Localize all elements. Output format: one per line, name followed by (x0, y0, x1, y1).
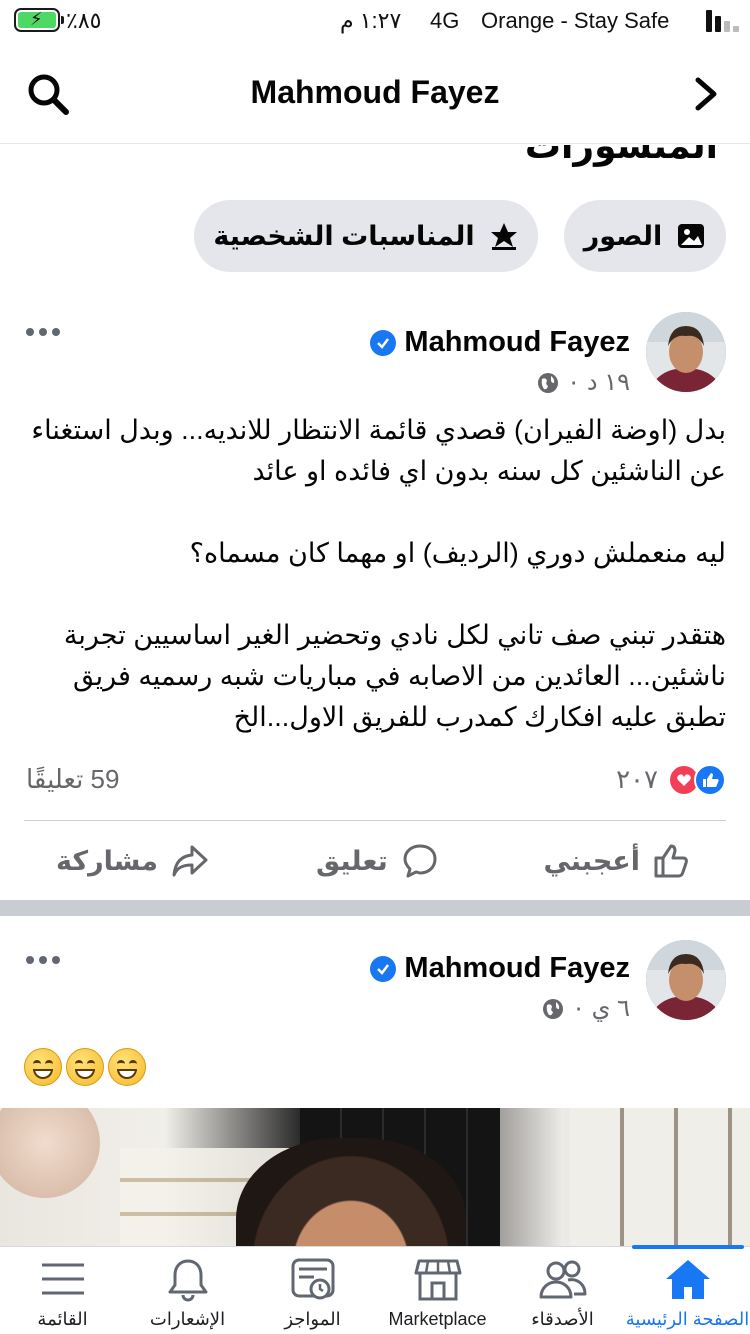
status-bar: ⚡ ٪٨٥ ١:٢٧ م 4G Orange - Stay Safe (0, 0, 750, 44)
post-meta: ١٩ د ٠ (537, 368, 630, 397)
post-photo[interactable] (0, 1108, 750, 1258)
grinning-emoji-icon (24, 1048, 62, 1086)
feeds-icon (291, 1258, 334, 1300)
post-time[interactable]: ١٩ د ٠ (567, 368, 630, 397)
tab-friends[interactable]: الأصدقاء (500, 1247, 625, 1334)
verified-badge-icon (370, 329, 397, 356)
thumbs-up-icon (654, 844, 688, 878)
section-title: المنشورات (524, 145, 718, 166)
comment-count[interactable]: 59 تعليقًا (26, 764, 119, 795)
life-events-label: المناسبات الشخصية (213, 220, 475, 251)
globe-icon (543, 998, 564, 1019)
comment-icon (403, 844, 437, 878)
tab-marketplace[interactable]: Marketplace (375, 1247, 500, 1334)
verified-badge-icon (370, 955, 397, 982)
tab-label: القائمة (37, 1309, 88, 1329)
author-name: Mahmoud Fayez (404, 326, 630, 358)
tab-menu[interactable]: القائمة (0, 1247, 125, 1334)
share-button[interactable]: مشاركة (56, 836, 210, 886)
tab-feeds[interactable]: المواجز (250, 1247, 375, 1334)
tab-label: Marketplace (388, 1309, 487, 1329)
life-events-button[interactable]: المناسبات الشخصية (194, 200, 538, 272)
reactions-summary[interactable]: ٢٠٧ 59 تعليقًا (0, 762, 750, 802)
post-card: Mahmoud Fayez ١٩ د ٠ بدل (اوضة الفيران) … (0, 296, 750, 900)
post-time[interactable]: ٦ ي ٠ (572, 994, 630, 1023)
tab-home[interactable]: الصفحة الرئيسية (625, 1247, 750, 1334)
photos-button[interactable]: الصور (564, 200, 726, 272)
battery-percent: ٪٨٥ (66, 8, 102, 33)
tab-label: الأصدقاء (531, 1309, 594, 1329)
share-icon (172, 845, 208, 877)
share-label: مشاركة (56, 845, 158, 876)
avatar[interactable] (646, 940, 726, 1020)
profile-filter-pills: الصور المناسبات الشخصية (0, 200, 750, 274)
like-reaction-icon (694, 764, 726, 796)
reaction-icons (668, 764, 726, 796)
network-type: 4G (430, 8, 460, 33)
home-icon (665, 1260, 710, 1299)
tab-label: المواجز (284, 1309, 341, 1329)
more-options-icon[interactable] (26, 328, 62, 340)
chevron-right-icon[interactable] (690, 76, 720, 112)
marketplace-icon (414, 1259, 461, 1301)
signal-icon (706, 10, 740, 32)
author-name: Mahmoud Fayez (404, 952, 630, 984)
top-nav: Mahmoud Fayez (0, 44, 750, 144)
like-button[interactable]: أعجبني (543, 836, 692, 886)
clock: ١:٢٧ م (340, 8, 402, 33)
photo-icon (678, 224, 705, 248)
comment-button[interactable]: تعليق (316, 836, 440, 886)
post-card: Mahmoud Fayez ٦ ي ٠ (0, 916, 750, 1258)
like-label: أعجبني (543, 845, 640, 876)
grinning-emoji-icon (66, 1048, 104, 1086)
more-options-icon[interactable] (26, 956, 62, 968)
post-separator (0, 900, 750, 916)
post-author[interactable]: Mahmoud Fayez (370, 952, 630, 985)
bell-icon (168, 1259, 207, 1302)
page-title: Mahmoud Fayez (250, 74, 500, 110)
photos-label: الصور (583, 220, 663, 251)
post-actions: أعجبني تعليق مشاركة (0, 836, 750, 886)
post-emoji-text (24, 1048, 146, 1086)
menu-icon (41, 1263, 84, 1295)
globe-icon (538, 372, 559, 393)
tab-notifications[interactable]: الإشعارات (125, 1247, 250, 1334)
life-event-icon (490, 223, 517, 250)
section-header: المنشورات (0, 145, 750, 167)
friends-icon (539, 1260, 586, 1299)
carrier-name: Orange - Stay Safe (481, 8, 670, 33)
bottom-tab-bar: القائمة الإشعارات المواجز Marketplace ال… (0, 1245, 750, 1334)
reaction-count: ٢٠٧ (616, 764, 658, 794)
divider (24, 820, 726, 821)
tab-label: الإشعارات (149, 1309, 226, 1329)
grinning-emoji-icon (108, 1048, 146, 1086)
avatar[interactable] (646, 312, 726, 392)
post-meta: ٦ ي ٠ (542, 994, 630, 1023)
post-author[interactable]: Mahmoud Fayez (370, 326, 630, 359)
comment-label: تعليق (316, 845, 388, 876)
battery-icon: ⚡ (14, 8, 64, 32)
post-text: بدل (اوضة الفيران) قصدي قائمة الانتظار ل… (31, 415, 726, 732)
tab-label: الصفحة الرئيسية (625, 1309, 750, 1329)
